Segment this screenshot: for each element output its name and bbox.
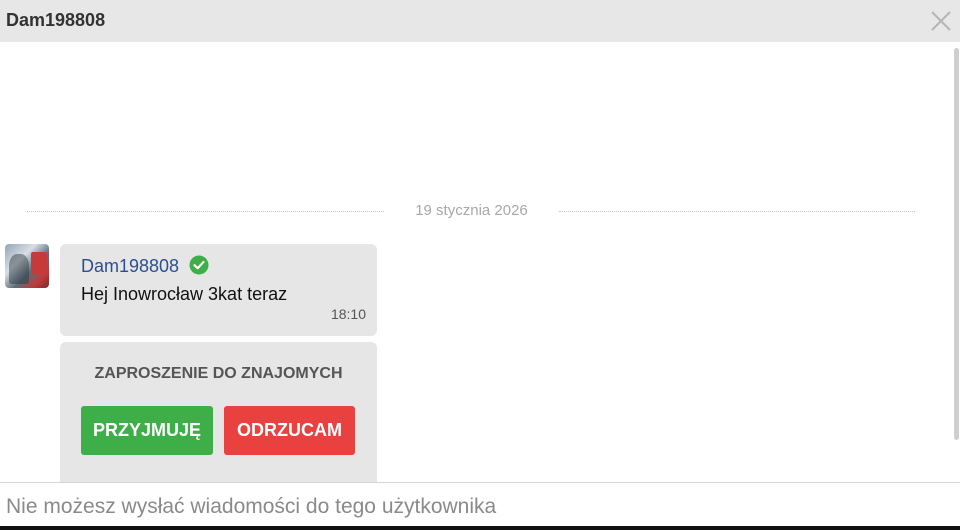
friend-request-title: ZAPROSZENIE DO ZNAJOMYCH (94, 365, 343, 382)
scrollbar-thumb[interactable] (954, 48, 959, 440)
bottom-edge (0, 526, 960, 530)
avatar[interactable] (5, 244, 49, 288)
message-text: Hej Inowrocław 3kat teraz (81, 284, 288, 304)
date-separator: 19 stycznia 2026 (415, 202, 528, 219)
chat-window: Dam198808 19 stycznia 2026 Dam198808 Hej… (0, 0, 960, 530)
chat-title: Dam198808 (6, 10, 106, 30)
date-separator-line-left (27, 211, 384, 212)
friend-request-card: ZAPROSZENIE DO ZNAJOMYCH PRZYJMUJĘ ODRZU… (60, 342, 377, 482)
chat-header: Dam198808 (0, 0, 960, 42)
reject-button[interactable]: ODRZUCAM (224, 406, 355, 455)
cannot-send-notice: Nie możesz wysłać wiadomości do tego uży… (6, 495, 497, 518)
message-input-area: Nie możesz wysłać wiadomości do tego uży… (0, 482, 960, 530)
message-author[interactable]: Dam198808 (81, 256, 179, 277)
message-bubble: Dam198808 Hej Inowrocław 3kat teraz 18:1… (60, 244, 377, 336)
close-icon[interactable] (929, 9, 953, 33)
message-time: 18:10 (330, 306, 366, 322)
accept-button[interactable]: PRZYJMUJĘ (81, 406, 213, 455)
check-circle-icon (189, 255, 209, 275)
date-separator-line-right (559, 211, 915, 212)
